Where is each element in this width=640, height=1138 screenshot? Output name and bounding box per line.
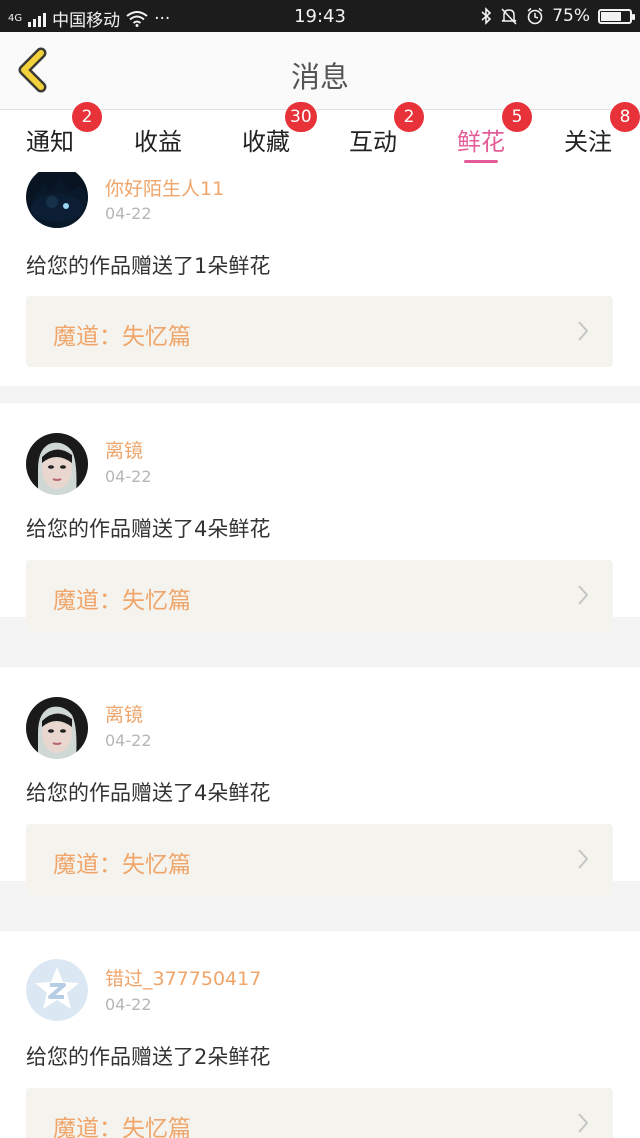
message-card: 你好陌生人11 04-22 给您的作品赠送了1朵鲜花 魔道：失忆篇 [0, 172, 640, 386]
chevron-right-icon [578, 849, 589, 869]
sender-username[interactable]: 离镜 [105, 436, 143, 463]
tab-earnings[interactable]: 收益 [108, 110, 208, 172]
tab-badge: 30 [285, 102, 317, 132]
message-date: 04-22 [105, 731, 152, 750]
sender-username[interactable]: 错过_377750417 [105, 964, 261, 991]
message-date: 04-22 [105, 995, 152, 1014]
battery-percent: 75% [552, 6, 590, 26]
work-title: 魔道：失忆篇 [53, 852, 191, 878]
sender-username[interactable]: 离镜 [105, 700, 143, 727]
work-link[interactable]: 魔道：失忆篇 [26, 824, 613, 895]
work-link[interactable]: 魔道：失忆篇 [26, 560, 613, 631]
message-card: 错过_377750417 04-22 给您的作品赠送了2朵鲜花 魔道：失忆篇 [0, 931, 640, 1138]
tab-badge: 8 [610, 102, 640, 132]
work-title: 魔道：失忆篇 [53, 324, 191, 350]
girl-portrait-avatar[interactable] [26, 697, 88, 759]
active-tab-indicator [464, 160, 498, 163]
default-qq-avatar[interactable] [26, 959, 88, 1021]
message-text: 给您的作品赠送了2朵鲜花 [26, 1045, 271, 1069]
work-title: 魔道：失忆篇 [53, 588, 191, 614]
chevron-right-icon [578, 321, 589, 341]
girl-portrait-avatar[interactable] [26, 433, 88, 495]
message-list[interactable]: 你好陌生人11 04-22 给您的作品赠送了1朵鲜花 魔道：失忆篇 离镜 04-… [0, 172, 640, 1138]
tab-interaction[interactable]: 互动 2 [323, 102, 424, 172]
tab-badge: 5 [502, 102, 532, 132]
tab-badge: 2 [72, 102, 102, 132]
tab-bar: 通知 2 收益 收藏 30 互动 2 鲜花 5 关注 8 [0, 102, 640, 172]
message-date: 04-22 [105, 204, 152, 223]
status-bar: 4G 中国移动 ··· 19:43 75% [0, 0, 640, 32]
battery-icon [598, 8, 635, 24]
tab-follow[interactable]: 关注 8 [538, 102, 640, 172]
work-link[interactable]: 魔道：失忆篇 [26, 1088, 613, 1138]
tab-label: 收益 [134, 128, 182, 156]
tab-badge: 2 [394, 102, 424, 132]
message-text: 给您的作品赠送了4朵鲜花 [26, 781, 271, 805]
sender-username[interactable]: 你好陌生人11 [105, 174, 224, 201]
chevron-right-icon [578, 1113, 589, 1133]
message-card: 离镜 04-22 给您的作品赠送了4朵鲜花 魔道：失忆篇 [0, 403, 640, 631]
tab-flowers[interactable]: 鲜花 5 [431, 102, 532, 172]
tab-notice[interactable]: 通知 2 [0, 102, 102, 172]
nav-bar: 消息 [0, 32, 640, 110]
alarm-icon [527, 7, 543, 25]
chevron-right-icon [578, 585, 589, 605]
work-link[interactable]: 魔道：失忆篇 [26, 296, 613, 367]
work-title: 魔道：失忆篇 [53, 1116, 191, 1138]
mute-bell-icon [501, 8, 517, 25]
dark-night-avatar[interactable] [26, 172, 88, 228]
tab-favorites[interactable]: 收藏 30 [216, 102, 317, 172]
message-text: 给您的作品赠送了4朵鲜花 [26, 517, 271, 541]
message-text: 给您的作品赠送了1朵鲜花 [26, 254, 271, 278]
message-card: 离镜 04-22 给您的作品赠送了4朵鲜花 魔道：失忆篇 [0, 667, 640, 895]
bluetooth-icon [481, 7, 492, 25]
message-date: 04-22 [105, 467, 152, 486]
page-title: 消息 [290, 60, 349, 94]
